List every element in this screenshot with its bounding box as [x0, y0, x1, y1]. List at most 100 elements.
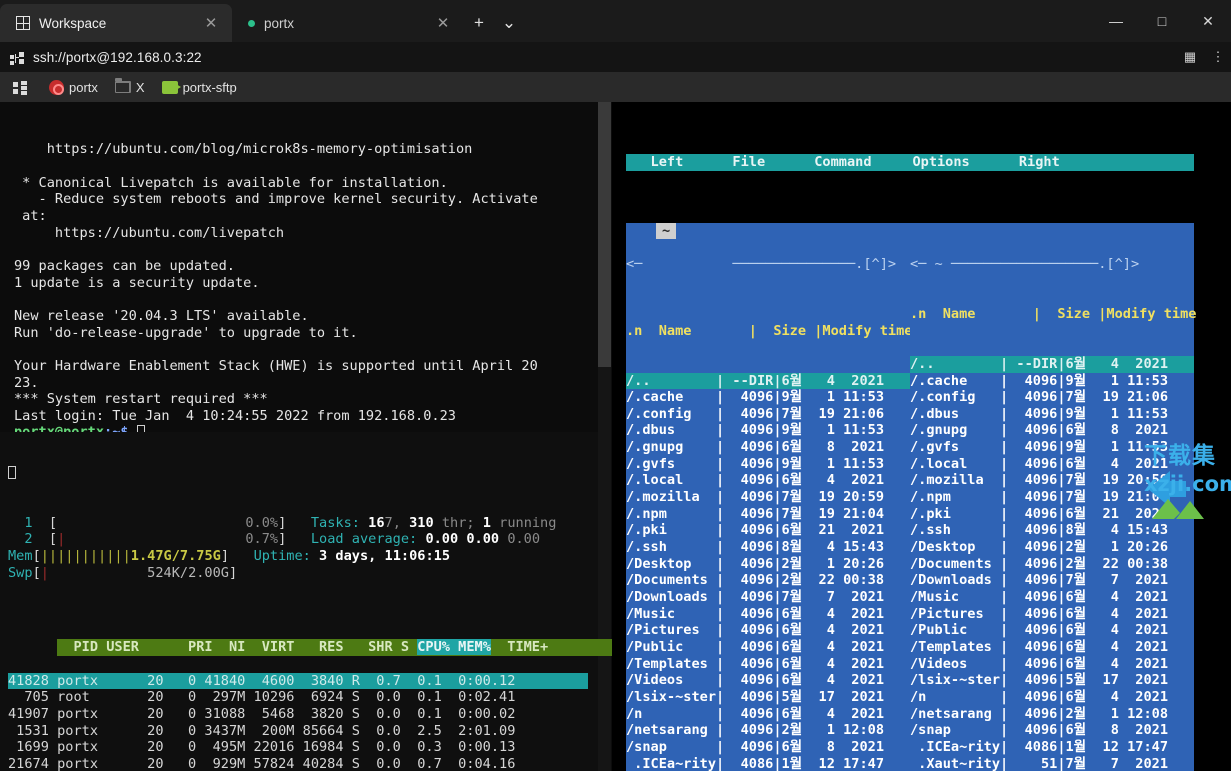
terminal-line: - Reduce system reboots and improve kern… — [14, 191, 538, 208]
mc-file-row[interactable]: /.gnupg | 4096|6월 8 2021 — [910, 422, 1194, 439]
mc-file-row[interactable]: /Music | 4096|6월 4 2021 — [910, 589, 1194, 606]
more-icon[interactable]: ⋮ — [1205, 49, 1231, 65]
mc-file-row[interactable]: /.. | --DIR|6월 4 2021 — [626, 372, 910, 390]
mc-file-row[interactable]: /Documents | 4096|2월 22 00:38 — [626, 572, 910, 589]
terminal-scrollbar[interactable] — [598, 102, 611, 771]
mc-file-row[interactable]: /.. | --DIR|6월 4 2021 — [910, 355, 1194, 373]
mc-file-row[interactable]: /snap | 4096|6월 8 2021 — [626, 739, 910, 756]
memory-meter: Mem[|||||||||||1.47G/7.75G] Uptime: 3 da… — [8, 547, 451, 564]
session-portx[interactable]: portx — [44, 79, 103, 95]
chevron-down-icon[interactable]: ⌄ — [494, 4, 524, 42]
mc-file-row[interactable]: /lsix-~ster| 4096|5월 17 2021 — [910, 672, 1194, 689]
close-icon[interactable]: ✕ — [200, 14, 222, 32]
mc-left-column-header[interactable]: .n Name | Size |Modify time — [626, 323, 912, 340]
terminal-line: https://ubuntu.com/blog/microk8s-memory-… — [14, 141, 473, 158]
close-button[interactable]: ✕ — [1185, 0, 1231, 42]
midnight-commander[interactable]: Left File Command Options Right <─ ─────… — [626, 104, 1231, 771]
mc-file-row[interactable]: .ICEa~rity| 4086|1월 12 17:47 — [910, 739, 1194, 756]
terminal-line: 1 update is a security update. — [14, 274, 260, 291]
mc-file-row[interactable]: .ICEa~rity| 4086|1월 12 17:47 — [626, 756, 910, 771]
mc-file-row[interactable]: /Downloads | 4096|7월 7 2021 — [626, 589, 910, 606]
mc-file-row[interactable]: /.gnupg | 4096|6월 8 2021 — [626, 439, 910, 456]
mc-file-row[interactable]: /.config | 4096|7월 19 21:06 — [910, 389, 1194, 406]
mc-file-row[interactable]: /netsarang | 4096|2월 1 12:08 — [910, 706, 1194, 723]
mc-file-row[interactable]: /Videos | 4096|6월 4 2021 — [910, 656, 1194, 673]
mc-file-row[interactable]: /Public | 4096|6월 4 2021 — [910, 622, 1194, 639]
address-value: ssh://portx@192.168.0.3:22 — [33, 49, 202, 65]
mc-file-row[interactable]: /Pictures | 4096|6월 4 2021 — [910, 606, 1194, 623]
session-portx-sftp[interactable]: portx-sftp — [157, 80, 242, 95]
title-bar: Workspace ✕ portx ✕ + ⌄ — □ ✕ — [0, 0, 1231, 42]
mc-file-row[interactable]: /.pki | 4096|6월 21 2021 — [910, 506, 1194, 523]
maximize-button[interactable]: □ — [1139, 0, 1185, 42]
mc-file-row[interactable]: /.pki | 4096|6월 21 2021 — [626, 522, 910, 539]
mc-right-column-header[interactable]: .n Name | Size |Modify time — [910, 306, 1196, 323]
mc-file-row[interactable]: /Templates | 4096|6월 4 2021 — [626, 656, 910, 673]
mc-file-row[interactable]: /Music | 4096|6월 4 2021 — [626, 606, 910, 623]
mc-file-row[interactable]: /n | 4096|6월 4 2021 — [910, 689, 1194, 706]
mc-left-path[interactable]: ~ — [656, 222, 677, 240]
mc-file-row[interactable]: /snap | 4096|6월 8 2021 — [910, 722, 1194, 739]
mc-file-row[interactable]: /netsarang | 4096|2월 1 12:08 — [626, 722, 910, 739]
mc-file-row[interactable]: /n | 4096|6월 4 2021 — [626, 706, 910, 723]
scrollbar-thumb[interactable] — [598, 102, 611, 367]
mc-file-row[interactable]: /.dbus | 4096|9월 1 11:53 — [626, 422, 910, 439]
mc-file-row[interactable]: /.mozilla | 4096|7월 19 20:59 — [910, 472, 1194, 489]
tab-portx[interactable]: portx ✕ — [232, 4, 464, 42]
mc-file-row[interactable]: /Templates | 4096|6월 4 2021 — [910, 639, 1194, 656]
mc-file-row[interactable]: /.local | 4096|6월 4 2021 — [910, 456, 1194, 473]
main-area: https://ubuntu.com/blog/microk8s-memory-… — [0, 102, 1231, 771]
mc-file-row[interactable]: /.gvfs | 4096|9월 1 11:53 — [626, 456, 910, 473]
mc-file-row[interactable]: /.npm | 4096|7월 19 21:04 — [910, 489, 1194, 506]
mc-right-file-list[interactable]: /.. | --DIR|6월 4 2021/.cache | 4096|9월 1… — [910, 355, 1194, 771]
terminal-line: Run 'do-release-upgrade' to upgrade to i… — [14, 324, 358, 341]
process-row[interactable]: 21674 portx 20 0 929M 57824 40284 S 0.0 … — [8, 756, 588, 771]
terminal-line: https://ubuntu.com/livepatch — [14, 224, 285, 241]
mc-file-row[interactable]: /.cache | 4096|9월 1 11:53 — [910, 373, 1194, 390]
process-row[interactable]: 1699 portx 20 0 495M 22016 16984 S 0.0 0… — [8, 739, 588, 756]
minimize-button[interactable]: — — [1093, 0, 1139, 42]
mc-right-panel[interactable]: <─ ~ ──────────────────.[^]> .n Name | S… — [910, 222, 1196, 771]
mc-file-row[interactable]: /Pictures | 4096|6월 4 2021 — [626, 622, 910, 639]
address-bar[interactable]: ssh://portx@192.168.0.3:22 ▦ ⋮ — [0, 42, 1231, 72]
mc-file-row[interactable]: /.dbus | 4096|9월 1 11:53 — [910, 406, 1194, 423]
cpu-meter-1: 1 [ 0.0%] Tasks: 167, 310 thr; 1 running — [8, 514, 557, 531]
session-x[interactable]: X — [110, 78, 150, 95]
mc-file-row[interactable]: /Documents | 4096|2월 22 00:38 — [910, 556, 1194, 573]
mc-file-row[interactable]: /lsix-~ster| 4096|5월 17 2021 — [626, 689, 910, 706]
mc-file-row[interactable]: /.config | 4096|7월 19 21:06 — [626, 406, 910, 423]
process-row[interactable]: 41907 portx 20 0 31088 5468 3820 S 0.0 0… — [8, 706, 588, 723]
mc-file-row[interactable]: /Downloads | 4096|7월 7 2021 — [910, 572, 1194, 589]
session-label: X — [135, 79, 145, 95]
tab-workspace[interactable]: Workspace ✕ — [0, 4, 232, 42]
ssh-terminal-output[interactable]: https://ubuntu.com/blog/microk8s-memory-… — [0, 102, 598, 440]
tab-label: portx — [264, 15, 295, 31]
mc-left-file-list[interactable]: /.. | --DIR|6월 4 2021/.cache | 4096|9월 1… — [626, 372, 910, 771]
mc-file-row[interactable]: /Videos | 4096|6월 4 2021 — [626, 672, 910, 689]
mc-file-row[interactable]: /.npm | 4096|7월 19 21:04 — [626, 506, 910, 523]
mc-file-row[interactable]: /.mozilla | 4096|7월 19 20:59 — [626, 489, 910, 506]
process-row[interactable]: 1531 portx 20 0 3437M 200M 85664 S 0.0 2… — [8, 723, 588, 740]
layout-icon[interactable]: ▦ — [1177, 49, 1203, 65]
mc-file-row[interactable]: /Desktop | 4096|2월 1 20:26 — [910, 539, 1194, 556]
mc-file-row[interactable]: /Public | 4096|6월 4 2021 — [626, 639, 910, 656]
mc-file-row[interactable]: /.ssh | 4096|8월 4 15:43 — [626, 539, 910, 556]
mc-file-row[interactable]: /.cache | 4096|9월 1 11:53 — [626, 389, 910, 406]
process-row[interactable]: 705 root 20 0 297M 10296 6924 S 0.0 0.1 … — [8, 689, 588, 706]
mc-file-row[interactable]: /.local | 4096|6월 4 2021 — [626, 472, 910, 489]
mc-file-row[interactable]: /Desktop | 4096|2월 1 20:26 — [626, 556, 910, 573]
mc-file-row[interactable]: .Xaut~rity| 51|7월 7 2021 — [910, 756, 1194, 771]
close-icon[interactable]: ✕ — [432, 14, 454, 32]
new-tab-button[interactable]: + — [464, 4, 494, 42]
mc-file-row[interactable]: /.ssh | 4096|8월 4 15:43 — [910, 522, 1194, 539]
sessions-button[interactable] — [8, 80, 37, 95]
mc-menubar[interactable]: Left File Command Options Right — [626, 153, 1194, 171]
mc-file-row[interactable]: /.gvfs | 4096|9월 1 11:53 — [910, 439, 1194, 456]
mc-left-panel[interactable]: <─ ───────────────.[^]> ~ .n Name | Size… — [626, 222, 912, 771]
htop-pane[interactable]: 1 [ 0.0%] Tasks: 167, 310 thr; 1 running… — [0, 432, 638, 771]
process-row[interactable]: 41828 portx 20 0 41840 4600 3840 R 0.7 0… — [8, 672, 588, 690]
